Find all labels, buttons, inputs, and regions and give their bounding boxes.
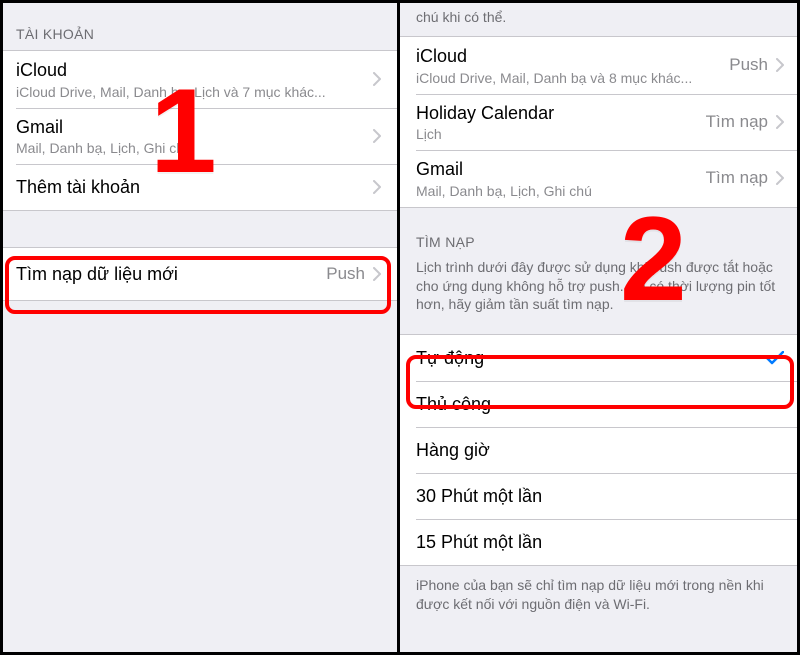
account-row-gmail[interactable]: Gmail Mail, Danh bạ, Lịch, Ghi chú [0,108,397,165]
schedule-label: Hàng giờ [416,439,784,462]
account-title: iCloud [416,45,729,68]
check-icon [766,351,784,365]
account-row-icloud[interactable]: iCloud iCloud Drive, Mail, Danh bạ, Lịch… [0,51,397,108]
schedule-option-hourly[interactable]: Hàng giờ [400,427,800,473]
account-title: Holiday Calendar [416,102,706,125]
fetch-title: Tìm nạp dữ liệu mới [16,263,326,286]
fetch-bottom-note: iPhone của bạn sẽ chỉ tìm nạp dữ liệu mớ… [400,566,800,614]
account-title: Gmail [16,116,373,139]
schedule-option-15min[interactable]: 15 Phút một lần [400,519,800,565]
footer-fragment-top: chú khi có thể. [400,0,800,36]
chevron-right-icon [373,180,381,194]
account-sub: Mail, Danh bạ, Lịch, Ghi chú [416,183,706,199]
chevron-right-icon [776,171,784,185]
schedule-label: 30 Phút một lần [416,485,784,508]
schedule-option-auto[interactable]: Tự động [400,335,800,381]
fetch-new-data-row[interactable]: Tìm nạp dữ liệu mới Push [0,248,397,300]
pane-step-2: chú khi có thể. iCloud iCloud Drive, Mai… [400,0,800,655]
chevron-right-icon [776,115,784,129]
account-title: iCloud [16,59,373,82]
chevron-right-icon [373,72,381,86]
account-sub: Mail, Danh bạ, Lịch, Ghi chú [16,140,373,156]
schedule-option-30min[interactable]: 30 Phút một lần [400,473,800,519]
accounts-group-right: iCloud iCloud Drive, Mail, Danh bạ và 8 … [400,36,800,208]
account-row-holiday[interactable]: Holiday Calendar Lịch Tìm nạp [400,94,800,151]
account-sub: iCloud Drive, Mail, Danh bạ, Lịch và 7 m… [16,84,373,100]
fetch-group: Tìm nạp dữ liệu mới Push [0,247,397,301]
add-account-label: Thêm tài khoản [16,176,373,199]
account-fetch-mode: Push [729,55,768,75]
account-fetch-mode: Tìm nạp [706,112,768,132]
schedule-option-manual[interactable]: Thủ công [400,381,800,427]
schedule-label: Tự động [416,347,766,370]
account-row-icloud[interactable]: iCloud iCloud Drive, Mail, Danh bạ và 8 … [400,37,800,94]
fetch-description: Lịch trình dưới đây được sử dụng khi pus… [400,258,800,335]
add-account-row[interactable]: Thêm tài khoản [0,164,397,210]
chevron-right-icon [373,129,381,143]
pane-step-1: TÀI KHOẢN iCloud iCloud Drive, Mail, Dan… [0,0,400,655]
account-row-gmail[interactable]: Gmail Mail, Danh bạ, Lịch, Ghi chú Tìm n… [400,150,800,207]
fetch-schedule-group: Tự động Thủ công Hàng giờ 30 Phút một lầ… [400,334,800,566]
account-sub: iCloud Drive, Mail, Danh bạ và 8 mục khá… [416,70,729,86]
accounts-group: iCloud iCloud Drive, Mail, Danh bạ, Lịch… [0,50,397,211]
account-title: Gmail [416,158,706,181]
account-sub: Lịch [416,126,706,142]
chevron-right-icon [776,58,784,72]
section-header-fetch: TÌM NẠP [400,208,800,258]
fetch-value: Push [326,264,365,284]
account-fetch-mode: Tìm nạp [706,168,768,188]
section-header-accounts: TÀI KHOẢN [0,0,397,50]
schedule-label: 15 Phút một lần [416,531,784,554]
chevron-right-icon [373,267,381,281]
schedule-label: Thủ công [416,393,784,416]
